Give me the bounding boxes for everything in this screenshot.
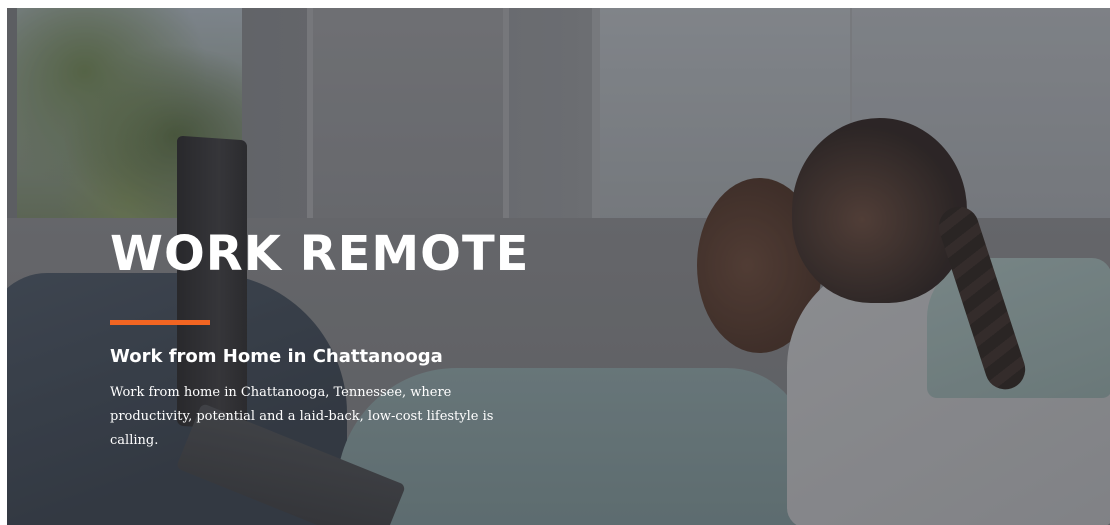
hero-subtitle: Work from Home in Chattanooga bbox=[110, 346, 443, 367]
hero-description: Work from home in Chattanooga, Tennessee… bbox=[110, 385, 494, 448]
hero-content: WORK REMOTE Work from Home in Chattanoog… bbox=[110, 226, 530, 453]
hero-banner: WORK REMOTE Work from Home in Chattanoog… bbox=[7, 8, 1110, 525]
hero-title: WORK REMOTE bbox=[110, 226, 530, 282]
accent-divider bbox=[110, 320, 210, 325]
